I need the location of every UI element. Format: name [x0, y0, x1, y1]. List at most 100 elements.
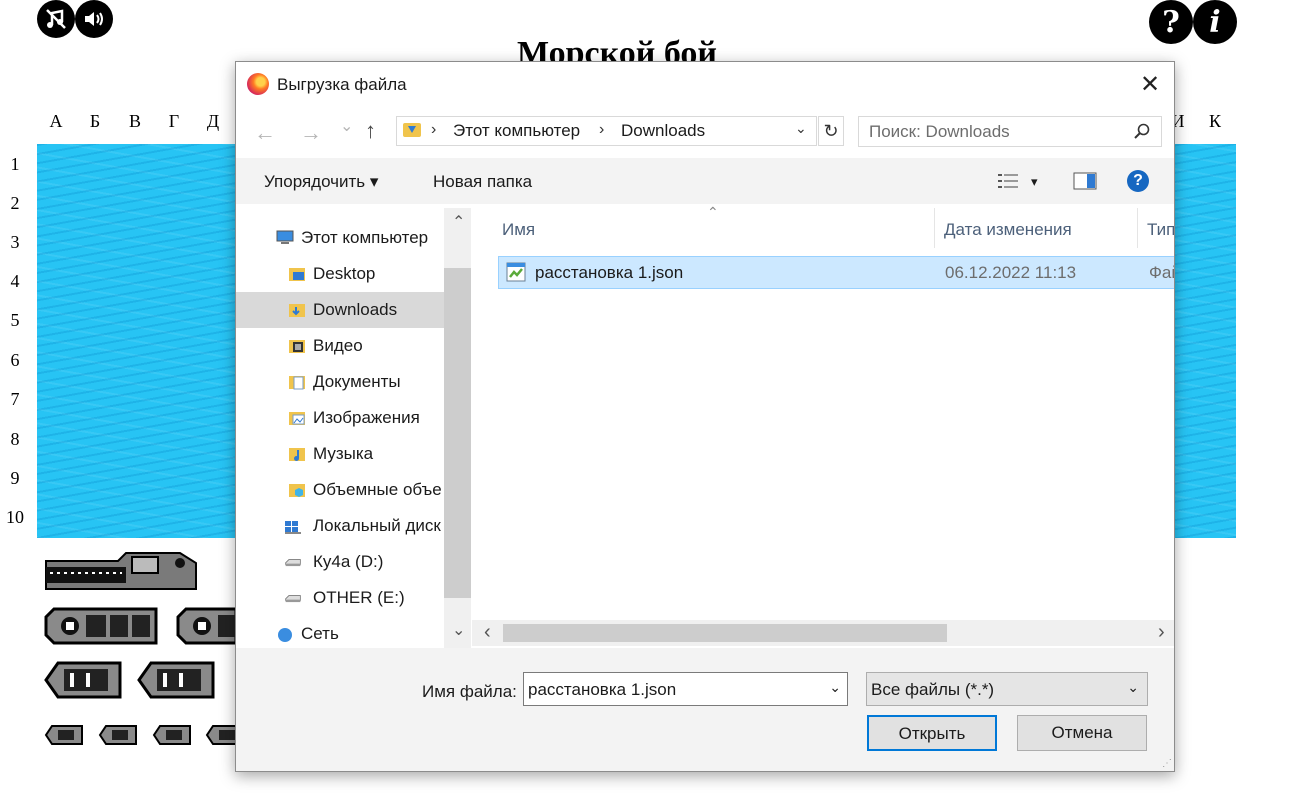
- up-folder-icon[interactable]: ↑: [365, 118, 376, 144]
- sidebar-scrollbar[interactable]: ⌃ ⌄: [444, 208, 471, 648]
- chevron-down-icon[interactable]: ⌄: [795, 120, 807, 137]
- chevron-down-icon[interactable]: ⌄: [1127, 679, 1139, 696]
- help-icon[interactable]: ?: [1127, 170, 1149, 192]
- ship-4-deck[interactable]: [44, 551, 199, 591]
- refresh-button[interactable]: ↻: [818, 116, 844, 146]
- row-number: 10: [6, 507, 24, 527]
- info-button[interactable]: i: [1193, 0, 1237, 44]
- ship-1-deck[interactable]: [205, 724, 237, 746]
- preview-pane-icon[interactable]: [1073, 172, 1097, 190]
- ship-2-deck[interactable]: [44, 661, 122, 699]
- ship-1-deck[interactable]: [152, 724, 192, 746]
- ship-3-deck[interactable]: [176, 607, 236, 645]
- cancel-button[interactable]: Отмена: [1017, 715, 1147, 751]
- breadcrumb-this-pc[interactable]: Этот компьютер: [453, 121, 580, 141]
- scroll-right-icon[interactable]: ›: [1158, 621, 1165, 644]
- column-divider[interactable]: [934, 208, 935, 248]
- music-folder-icon: [289, 448, 305, 461]
- open-button[interactable]: Открыть: [867, 715, 997, 751]
- row-number: 7: [10, 389, 20, 409]
- sidebar-item-desktop[interactable]: Desktop: [236, 256, 444, 292]
- sidebar-item-label: Музыка: [313, 444, 374, 463]
- address-bar[interactable]: › Этот компьютер › Downloads ⌄: [396, 116, 817, 146]
- sidebar-item-local-disk[interactable]: Локальный диск: [236, 508, 444, 544]
- ship-1-deck[interactable]: [44, 724, 84, 746]
- file-type-value: Все файлы (*.*): [871, 680, 995, 699]
- file-upload-dialog: Выгрузка файла ✕ ← → ⌄ ↑ › Этот компьюте…: [235, 61, 1175, 772]
- sound-toggle-button[interactable]: [75, 0, 113, 38]
- json-file-icon: [506, 262, 526, 282]
- row-number: 5: [10, 310, 20, 330]
- file-row[interactable]: расстановка 1.json 06.12.2022 11:13 Фай: [498, 256, 1174, 289]
- column-letter: Д: [206, 111, 220, 131]
- info-icon: i: [1209, 4, 1221, 40]
- row-number: 8: [10, 429, 20, 449]
- sidebar-item-drive-d[interactable]: Ку4а (D:): [236, 544, 444, 580]
- organize-button[interactable]: Упорядочить ▾: [264, 172, 378, 192]
- command-toolbar: Упорядочить ▾ Новая папка ▾ ?: [236, 158, 1174, 204]
- column-header-name[interactable]: Имя: [502, 220, 535, 240]
- drive-icon: [285, 595, 301, 603]
- sidebar-item-drive-e[interactable]: OTHER (E:): [236, 580, 444, 616]
- new-folder-button[interactable]: Новая папка: [433, 172, 532, 192]
- sidebar-item-label: Документы: [313, 372, 401, 391]
- ship-1-deck[interactable]: [98, 724, 138, 746]
- column-letter: В: [128, 111, 141, 131]
- search-icon: [1134, 123, 1150, 139]
- breadcrumb-downloads[interactable]: Downloads: [621, 121, 705, 141]
- sidebar-item-music[interactable]: Музыка: [236, 436, 444, 472]
- sidebar-item-pictures[interactable]: Изображения: [236, 400, 444, 436]
- horizontal-scroll-thumb[interactable]: [503, 624, 947, 642]
- column-letter: Б: [89, 111, 101, 131]
- chevron-down-icon[interactable]: ⌄: [829, 679, 841, 696]
- file-date: 06.12.2022 11:13: [945, 263, 1077, 282]
- file-type-select[interactable]: Все файлы (*.*) ⌄: [866, 672, 1148, 706]
- row-number: 4: [10, 271, 20, 291]
- help-button[interactable]: ?: [1149, 0, 1193, 44]
- sidebar-item-downloads[interactable]: Downloads: [236, 292, 444, 328]
- back-icon[interactable]: ←: [254, 120, 276, 146]
- downloads-folder-icon: [289, 304, 305, 317]
- column-divider[interactable]: [1137, 208, 1138, 248]
- filename-field[interactable]: расстановка 1.json ⌄: [523, 672, 848, 706]
- view-options-dropdown[interactable]: ▾: [1031, 174, 1038, 190]
- column-letter: К: [1208, 111, 1221, 131]
- sidebar-item-label: OTHER (E:): [313, 588, 405, 607]
- column-header-type[interactable]: Тип: [1147, 220, 1174, 240]
- desktop-folder-icon: [289, 268, 305, 281]
- sidebar-item-label: Объемные объе: [313, 480, 442, 499]
- navigation-pane: Этот компьютер Desktop Downloads Видео Д…: [236, 208, 471, 648]
- file-type: Фай: [1149, 263, 1174, 282]
- search-input[interactable]: [859, 117, 1139, 146]
- sidebar-item-video[interactable]: Видео: [236, 328, 444, 364]
- scroll-up-icon[interactable]: ⌃: [452, 212, 465, 232]
- sidebar-item-this-pc[interactable]: Этот компьютер: [236, 220, 444, 256]
- row-number: 2: [10, 193, 20, 213]
- scroll-left-icon[interactable]: ‹: [484, 621, 491, 644]
- column-letter: Г: [168, 111, 180, 131]
- close-button[interactable]: ✕: [1139, 73, 1161, 97]
- pictures-folder-icon: [289, 412, 305, 425]
- ship-3-deck[interactable]: [44, 607, 160, 645]
- sidebar-item-label: Этот компьютер: [301, 228, 429, 247]
- sidebar-item-label: Ку4а (D:): [313, 552, 384, 571]
- search-box: [858, 116, 1162, 147]
- row-number: 9: [10, 468, 20, 488]
- scroll-down-icon[interactable]: ⌄: [452, 620, 465, 640]
- breadcrumb-separator: ›: [431, 121, 437, 138]
- filename-value[interactable]: расстановка 1.json: [528, 680, 676, 700]
- sidebar-scroll-thumb[interactable]: [444, 268, 471, 598]
- filename-label: Имя файла:: [422, 682, 517, 701]
- forward-icon[interactable]: →: [300, 120, 322, 146]
- horizontal-scrollbar[interactable]: ‹ ›: [472, 620, 1174, 646]
- sidebar-item-documents[interactable]: Документы: [236, 364, 444, 400]
- column-header-date[interactable]: Дата изменения: [944, 220, 1072, 240]
- resize-grip-icon[interactable]: ⋰: [1162, 759, 1172, 769]
- speaker-icon: [85, 12, 103, 26]
- view-list-icon[interactable]: [998, 173, 1020, 189]
- music-toggle-button[interactable]: [37, 0, 75, 38]
- recent-locations-icon[interactable]: ⌄: [340, 116, 353, 136]
- ship-2-deck[interactable]: [137, 661, 215, 699]
- sidebar-item-network[interactable]: Сеть: [236, 616, 444, 648]
- sidebar-item-3d-objects[interactable]: Объемные объе: [236, 472, 444, 508]
